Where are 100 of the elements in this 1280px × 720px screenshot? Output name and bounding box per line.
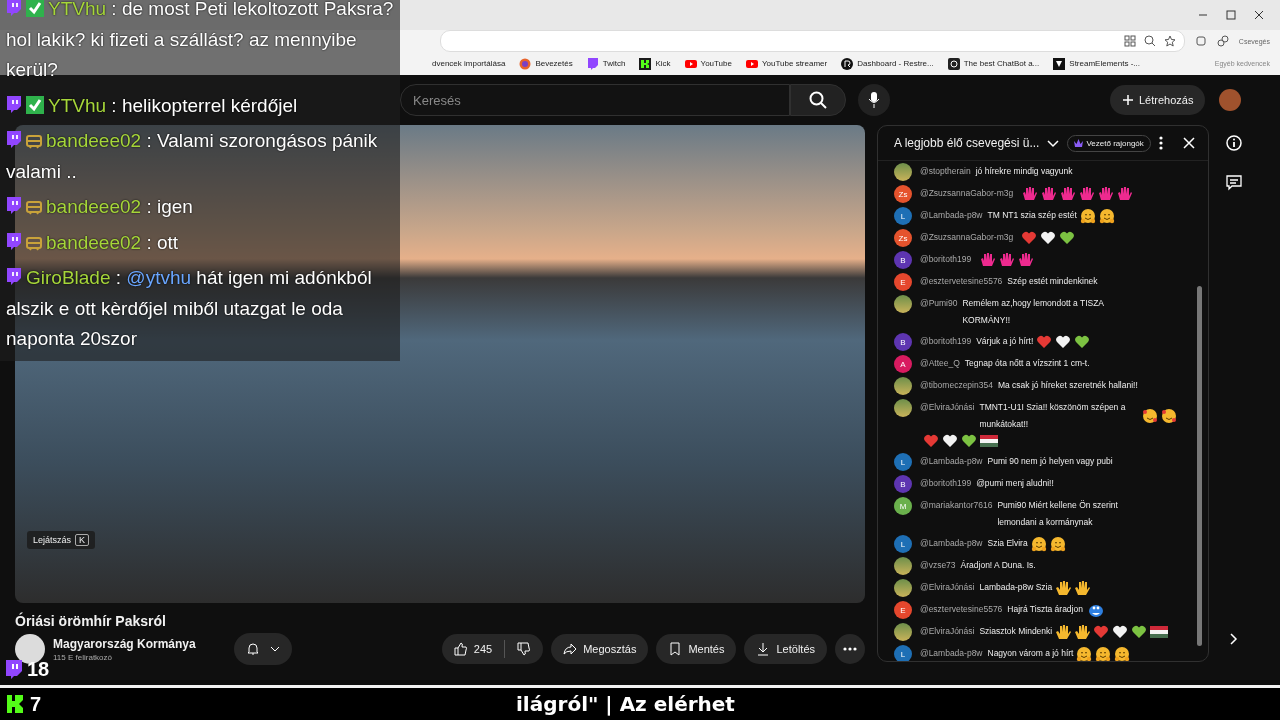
grid-icon[interactable] xyxy=(1123,35,1136,47)
bookmark-link[interactable]: YouTube streamer xyxy=(761,59,828,68)
user-avatar[interactable]: L xyxy=(894,207,912,225)
chat-author[interactable]: @tibomeczepin354 xyxy=(920,377,993,394)
user-avatar[interactable] xyxy=(894,377,912,395)
user-avatar[interactable]: B xyxy=(894,251,912,269)
viewer-count: 18 xyxy=(27,658,50,681)
user-avatar[interactable]: L xyxy=(894,535,912,553)
user-avatar[interactable]: Zs xyxy=(894,185,912,203)
bookmark-link[interactable]: YouTube xyxy=(700,59,732,68)
bookmark-link[interactable]: dvencek importálása xyxy=(432,59,506,68)
zoom-icon[interactable] xyxy=(1143,35,1156,47)
thumbs-down-icon xyxy=(517,642,532,656)
channel-name[interactable]: Magyarország Kormánya xyxy=(53,636,196,651)
kick-icon xyxy=(6,694,24,714)
smiling-face-icon xyxy=(1098,207,1115,224)
chat-author[interactable]: @boritoth199 xyxy=(920,475,972,492)
share-button[interactable]: Megosztás xyxy=(551,634,649,664)
user-avatar[interactable]: B xyxy=(894,475,912,493)
heart-icon xyxy=(1112,623,1129,640)
smiling-face-icon xyxy=(1030,535,1047,552)
chat-author[interactable]: @esztervetesine5576 xyxy=(920,601,1003,618)
chat-author[interactable]: @Pumi90 xyxy=(920,295,958,312)
chat-author[interactable]: @boritoth199 xyxy=(920,251,972,268)
like-button[interactable]: 245 xyxy=(441,634,505,664)
chat-author[interactable]: @Attee_Q xyxy=(920,355,960,372)
user-avatar[interactable]: B xyxy=(894,333,912,351)
user-avatar[interactable]: E xyxy=(894,273,912,291)
download-button[interactable]: Letöltés xyxy=(744,634,827,664)
user-avatar[interactable] xyxy=(894,163,912,181)
user-avatar[interactable] xyxy=(894,557,912,575)
chat-message: Ma csak jó híreket szeretnék hallani!! xyxy=(997,379,1138,392)
chat-author[interactable]: @Lambada-p8w xyxy=(920,645,983,661)
chat-message: Áradjon! A Duna. Is. xyxy=(960,559,1036,572)
crown-icon xyxy=(1074,139,1084,147)
chevron-down-icon[interactable] xyxy=(1047,137,1060,149)
chat-author[interactable]: @ElviraJónási xyxy=(920,399,975,416)
hand-icon xyxy=(1040,185,1057,202)
bookmark-link[interactable]: Twitch xyxy=(602,59,626,68)
channel-avatar[interactable] xyxy=(15,634,45,664)
chat-icon[interactable] xyxy=(1226,175,1242,191)
chat-author[interactable]: @vzse73 xyxy=(920,557,956,574)
hand-icon xyxy=(1017,251,1034,268)
search-field[interactable]: Keresés xyxy=(400,84,790,116)
create-button[interactable]: Létrehozás xyxy=(1110,85,1206,115)
scrollbar-thumb[interactable] xyxy=(1197,286,1202,646)
more-vertical-icon[interactable] xyxy=(1158,136,1163,150)
notification-button[interactable] xyxy=(233,633,292,665)
bookmark-link[interactable]: Kick xyxy=(655,59,671,68)
user-avatar[interactable] xyxy=(894,399,912,417)
user-avatar[interactable] xyxy=(894,579,912,597)
search-button[interactable] xyxy=(790,84,846,116)
chat-message: Várjuk a jó hírt! xyxy=(976,335,1034,348)
smiling-face-icon xyxy=(1079,207,1096,224)
search-icon xyxy=(809,91,827,109)
chat-author[interactable]: @ZsuzsannaGabor-m3g xyxy=(920,185,1014,202)
user-avatar[interactable] xyxy=(894,295,912,313)
chat-author[interactable]: @esztervetesine5576 xyxy=(920,273,1003,290)
extension-icon[interactable] xyxy=(1194,35,1207,47)
twitch-icon xyxy=(5,659,23,680)
chat-author[interactable]: @ElviraJónási xyxy=(920,579,975,596)
heart-icon xyxy=(923,433,939,449)
user-avatar[interactable]: L xyxy=(894,645,912,661)
microphone-button[interactable] xyxy=(858,84,890,116)
smiling-face-icon xyxy=(1142,408,1159,424)
avatar[interactable] xyxy=(1219,89,1242,111)
link-icon[interactable] xyxy=(1216,35,1229,47)
maximize-icon[interactable] xyxy=(1226,10,1236,20)
chat-author[interactable]: @ElviraJónási xyxy=(920,623,975,640)
chat-author[interactable]: @Lambada-p8w xyxy=(920,207,983,224)
user-avatar[interactable]: E xyxy=(894,601,912,619)
heart-icon xyxy=(1021,229,1038,246)
bookmark-link[interactable]: Bevezetés xyxy=(535,59,573,68)
chat-author[interactable]: @stoptherain xyxy=(920,163,971,180)
bookmark-link[interactable]: Dashboard - Restre... xyxy=(857,59,934,68)
chat-author[interactable]: @Lambada-p8w xyxy=(920,535,983,552)
user-avatar[interactable] xyxy=(894,623,912,641)
close-icon[interactable] xyxy=(1254,10,1264,20)
chevron-right-icon[interactable] xyxy=(1230,633,1238,645)
chat-message: Nagyon várom a jó hírt xyxy=(987,647,1074,660)
chat-author[interactable]: @mariakantor7616 xyxy=(920,497,993,514)
user-avatar[interactable]: L xyxy=(894,453,912,471)
chat-message: YTVhu : helikopterrel kérdőjel xyxy=(6,90,398,121)
twitch-icon xyxy=(6,95,22,114)
user-avatar[interactable]: Zs xyxy=(894,229,912,247)
twitch-icon xyxy=(6,131,22,149)
hand-icon xyxy=(998,251,1015,268)
chat-author[interactable]: @boritoth199 xyxy=(920,333,972,350)
save-button[interactable]: Mentés xyxy=(656,634,737,664)
user-avatar[interactable]: A xyxy=(894,355,912,373)
more-button[interactable] xyxy=(835,634,865,664)
bookmark-link[interactable]: The best ChatBot a... xyxy=(963,59,1040,68)
chat-author[interactable]: @Lambada-p8w xyxy=(920,453,983,470)
info-icon[interactable] xyxy=(1226,135,1242,151)
chatbot-icon xyxy=(947,57,960,70)
bookmark-link[interactable]: StreamElements -... xyxy=(1069,59,1140,68)
download-icon xyxy=(756,642,771,656)
like-dislike-control[interactable]: 245 xyxy=(441,634,544,664)
chat-author[interactable]: @ZsuzsannaGabor-m3g xyxy=(920,229,1014,246)
star-icon[interactable] xyxy=(1163,35,1176,47)
